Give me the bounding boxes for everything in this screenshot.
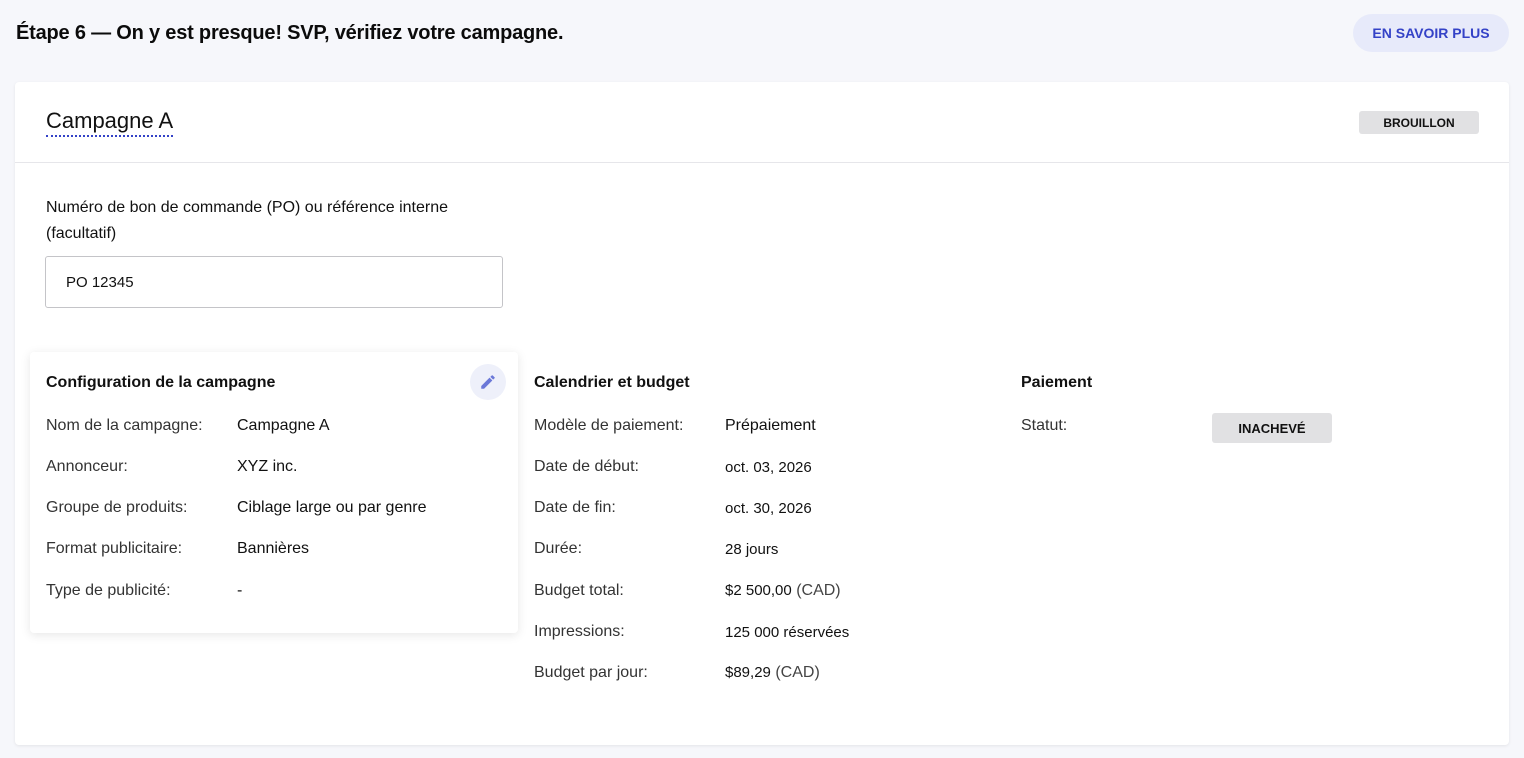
schedule-value: oct. 03, 2026 <box>725 459 812 476</box>
payment-section: Paiement Statut: INACHEVÉ <box>1021 352 1441 472</box>
page-header: Étape 6 — On y est presque! SVP, vérifie… <box>0 0 1524 70</box>
config-label: Format publicitaire: <box>46 540 183 557</box>
schedule-value: 125 000 réservées <box>725 624 850 641</box>
po-label-line2: (facultatif) <box>46 225 117 242</box>
schedule-title: Calendrier et budget <box>534 374 690 391</box>
config-label: Nom de la campagne: <box>46 417 203 434</box>
schedule-value: $89,29 <box>725 664 771 681</box>
schedule-label: Date de début: <box>534 458 639 475</box>
schedule-label: Modèle de paiement: <box>534 417 684 434</box>
schedule-value: $2 500,00 <box>725 582 792 599</box>
config-value: - <box>237 582 243 599</box>
po-input[interactable] <box>45 256 503 308</box>
schedule-value-group: $2 500,00 (CAD) <box>725 582 841 600</box>
schedule-label: Durée: <box>534 540 583 557</box>
config-value: Ciblage large ou par genre <box>237 499 427 516</box>
edit-config-button[interactable] <box>470 364 506 400</box>
po-label-line1: Numéro de bon de commande (PO) ou référe… <box>46 199 448 216</box>
schedule-section: Calendrier et budget Modèle de paiement:… <box>534 352 1004 692</box>
config-value: Bannières <box>237 540 310 557</box>
step-title: Étape 6 — On y est presque! SVP, vérifie… <box>16 22 564 44</box>
campaign-name[interactable]: Campagne A <box>46 108 174 137</box>
campaign-review-card: Campagne A BROUILLON Numéro de bon de co… <box>15 82 1509 745</box>
schedule-value: oct. 30, 2026 <box>725 500 812 517</box>
learn-more-button[interactable]: EN SAVOIR PLUS <box>1353 14 1509 52</box>
card-header: Campagne A BROUILLON <box>15 82 1509 163</box>
config-value: Campagne A <box>237 417 330 434</box>
config-title: Configuration de la campagne <box>46 374 276 391</box>
config-value: XYZ inc. <box>237 458 298 475</box>
pencil-icon <box>481 375 495 389</box>
status-badge: BROUILLON <box>1359 111 1479 134</box>
schedule-value-group: $89,29 (CAD) <box>725 664 820 682</box>
payment-status-badge: INACHEVÉ <box>1212 413 1332 443</box>
schedule-label: Budget par jour: <box>534 664 648 681</box>
payment-title: Paiement <box>1021 374 1093 391</box>
config-section: Configuration de la campagne Nom de la c… <box>30 352 518 633</box>
schedule-label: Budget total: <box>534 582 624 599</box>
config-label: Annonceur: <box>46 458 128 475</box>
currency-suffix: (CAD) <box>796 582 841 599</box>
schedule-value: 28 jours <box>725 541 779 558</box>
config-label: Type de publicité: <box>46 582 171 599</box>
schedule-label: Date de fin: <box>534 499 616 516</box>
po-label: Numéro de bon de commande (PO) ou référe… <box>46 195 466 247</box>
config-label: Groupe de produits: <box>46 499 188 516</box>
currency-suffix: (CAD) <box>775 664 820 681</box>
payment-status-label: Statut: <box>1021 417 1068 434</box>
schedule-label: Impressions: <box>534 623 625 640</box>
schedule-value: Prépaiement <box>725 417 816 434</box>
